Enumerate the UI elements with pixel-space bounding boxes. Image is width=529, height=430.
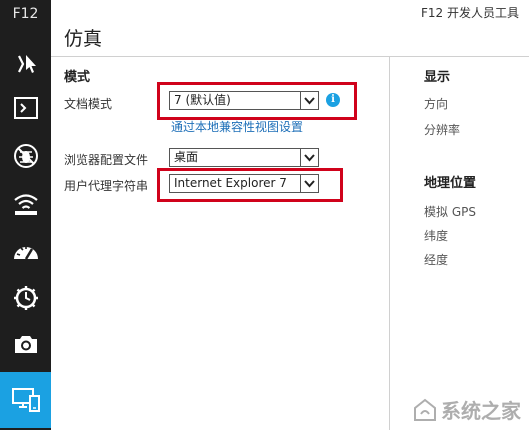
camera-icon: [14, 336, 37, 353]
app-title: F12 开发人员工具: [421, 6, 519, 20]
gauge-icon: [13, 246, 38, 260]
tool-memory[interactable]: [0, 324, 51, 364]
browser-profile-select[interactable]: 桌面: [169, 148, 319, 167]
wifi-icon: [13, 194, 38, 215]
tool-debugger[interactable]: [0, 136, 51, 176]
column-divider: [389, 57, 390, 430]
pointer-icon: [17, 55, 36, 73]
tool-network[interactable]: [0, 184, 51, 224]
highlight-user-agent: [157, 168, 343, 202]
tool-ui-responsiveness[interactable]: [0, 230, 51, 270]
highlight-document-mode: [157, 82, 357, 120]
chevron-down-icon: [300, 149, 318, 166]
browser-profile-value: 桌面: [174, 150, 199, 164]
watermark-logo-icon: [414, 398, 436, 421]
clock-icon: [13, 286, 38, 310]
console-icon: [13, 97, 38, 119]
tool-profiler[interactable]: [0, 278, 51, 318]
devices-icon: [11, 388, 40, 412]
user-agent-label: 用户代理字符串: [64, 179, 149, 193]
tool-emulation[interactable]: [0, 372, 51, 428]
document-mode-label: 文档模式: [64, 97, 113, 111]
f12-label: F12: [12, 6, 39, 22]
longitude-label: 经度: [424, 253, 449, 267]
tool-sidebar: F12: [0, 0, 51, 430]
bug-icon: [13, 144, 38, 168]
compat-view-link[interactable]: 通过本地兼容性视图设置: [171, 118, 303, 135]
orientation-label: 方向: [424, 97, 449, 111]
watermark-text: 系统之家: [441, 399, 521, 423]
latitude-label: 纬度: [424, 229, 449, 243]
mode-heading: 模式: [64, 70, 91, 85]
simulate-gps-label: 模拟 GPS: [424, 205, 476, 219]
title-bar: F12 开发人员工具: [51, 0, 529, 24]
header-divider: [51, 56, 529, 57]
display-heading: 显示: [424, 70, 451, 85]
resolution-label: 分辨率: [424, 123, 461, 137]
watermark: 系统之家: [413, 395, 521, 424]
geolocation-heading: 地理位置: [424, 176, 477, 191]
browser-profile-label: 浏览器配置文件: [64, 153, 149, 167]
tool-dom-explorer[interactable]: [0, 44, 51, 84]
tool-console[interactable]: [0, 88, 51, 128]
page-title: 仿真: [64, 28, 103, 50]
